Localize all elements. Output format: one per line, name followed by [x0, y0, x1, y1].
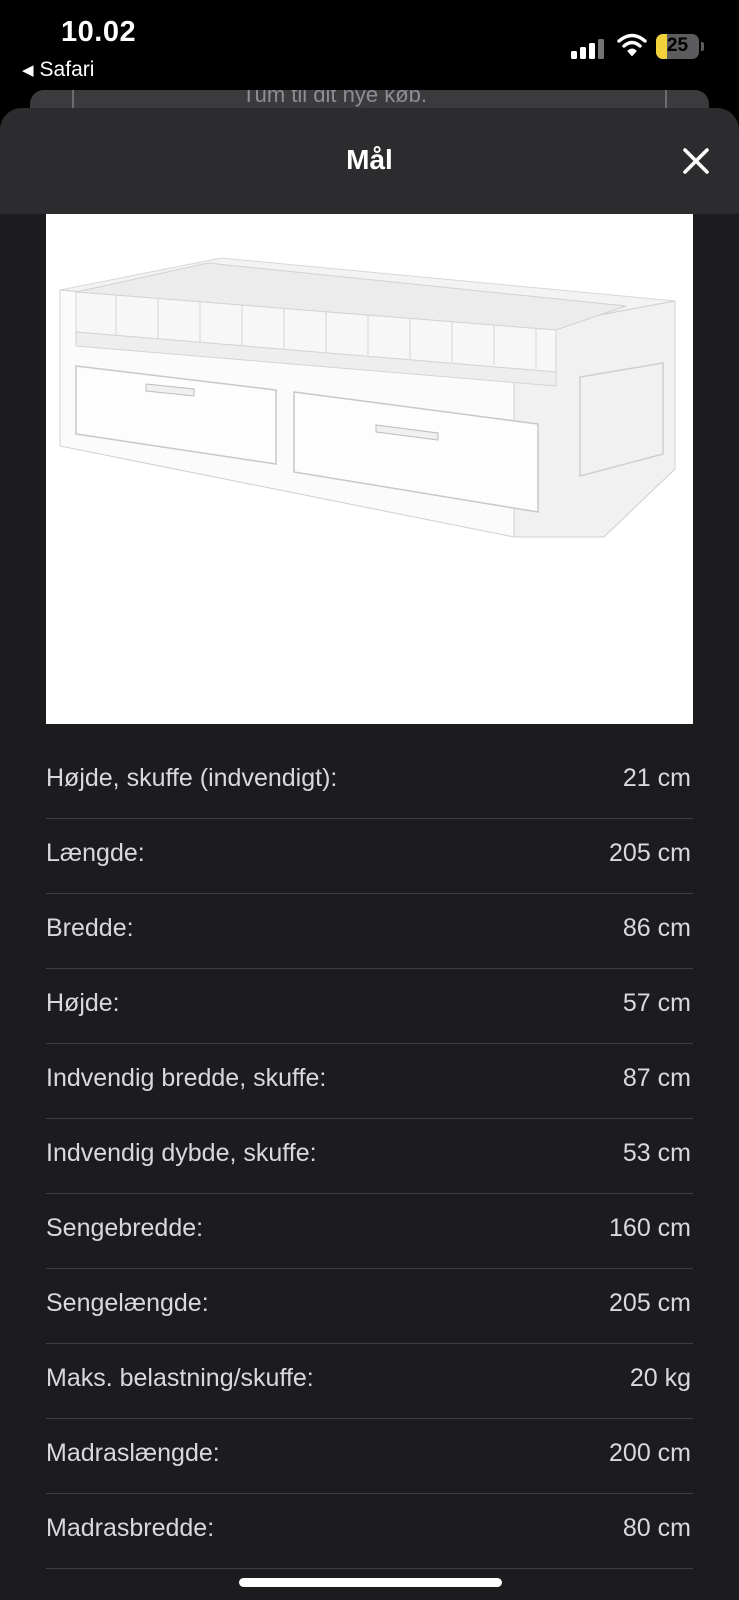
back-triangle-icon: ◀	[22, 62, 34, 79]
dimension-row: Længde: 205 cm	[46, 819, 693, 894]
dimension-row: Maks. belastning/skuffe: 20 kg	[46, 1344, 693, 1419]
dimension-value: 205 cm	[609, 1289, 691, 1317]
dimensions-sheet: Mål Højde, skuffe (indvendigt): 21 cm Læ…	[0, 108, 739, 1600]
dimension-row: Højde, skuffe (indvendigt): 21 cm	[46, 744, 693, 819]
dimension-row: Sengelængde: 205 cm	[46, 1269, 693, 1344]
sheet-title: Mål	[346, 144, 393, 175]
dimension-row: Madraslængde: 200 cm	[46, 1419, 693, 1494]
dimension-label: Madrasbredde:	[46, 1514, 215, 1542]
battery-tip	[701, 42, 704, 51]
daybed-illustration	[59, 257, 676, 538]
dimension-value: 160 cm	[609, 1214, 691, 1242]
background-page-text: Tum til dit nye køb.	[242, 90, 428, 107]
close-button[interactable]	[679, 144, 713, 178]
close-icon	[683, 148, 709, 174]
cellular-signal-icon	[571, 37, 605, 59]
dimension-label: Sengebredde:	[46, 1214, 204, 1242]
dimension-row: Sengebredde: 160 cm	[46, 1194, 693, 1269]
dimension-value: 53 cm	[622, 1139, 691, 1167]
product-image	[46, 214, 693, 724]
wifi-icon	[617, 33, 647, 57]
dimension-value: 80 cm	[622, 1514, 691, 1542]
dimension-label: Indvendig dybde, skuffe:	[46, 1139, 317, 1167]
dimension-label: Indvendig bredde, skuffe:	[46, 1064, 327, 1092]
dimension-row: Madrasbredde: 80 cm	[46, 1494, 693, 1569]
dimension-row: Indvendig bredde, skuffe: 87 cm	[46, 1044, 693, 1119]
dimension-label: Bredde:	[46, 914, 134, 942]
dimension-label: Sengelængde:	[46, 1289, 209, 1317]
dimension-value: 205 cm	[609, 839, 691, 867]
dimension-label: Længde:	[46, 839, 145, 867]
dimension-row: Højde: 57 cm	[46, 969, 693, 1044]
dimension-value: 200 cm	[609, 1439, 691, 1467]
dimension-value: 21 cm	[622, 764, 691, 792]
status-time: 10.02	[61, 16, 137, 48]
dimension-label: Madraslængde:	[46, 1439, 220, 1467]
dimension-label: Maks. belastning/skuffe:	[46, 1364, 314, 1392]
home-indicator[interactable]	[239, 1578, 502, 1587]
dimension-row: Bredde: 86 cm	[46, 894, 693, 969]
sheet-header: Mål	[0, 108, 739, 214]
status-bar: 10.02 ◀ Safari 25	[0, 0, 739, 92]
dimension-value: 57 cm	[622, 989, 691, 1017]
battery-icon: 25	[656, 34, 699, 59]
battery-percent: 25	[666, 35, 689, 56]
dimension-value: 86 cm	[622, 914, 691, 942]
back-to-app-link[interactable]: ◀ Safari	[22, 58, 94, 82]
dimensions-list: Højde, skuffe (indvendigt): 21 cm Længde: 2…	[46, 744, 693, 1569]
dimension-label: Højde, skuffe (indvendigt):	[46, 764, 338, 792]
dimension-label: Højde:	[46, 989, 120, 1017]
dimension-value: 87 cm	[622, 1064, 691, 1092]
dimension-row: Indvendig dybde, skuffe: 53 cm	[46, 1119, 693, 1194]
back-app-label: Safari	[39, 58, 95, 81]
dimension-value: 20 kg	[629, 1364, 691, 1392]
